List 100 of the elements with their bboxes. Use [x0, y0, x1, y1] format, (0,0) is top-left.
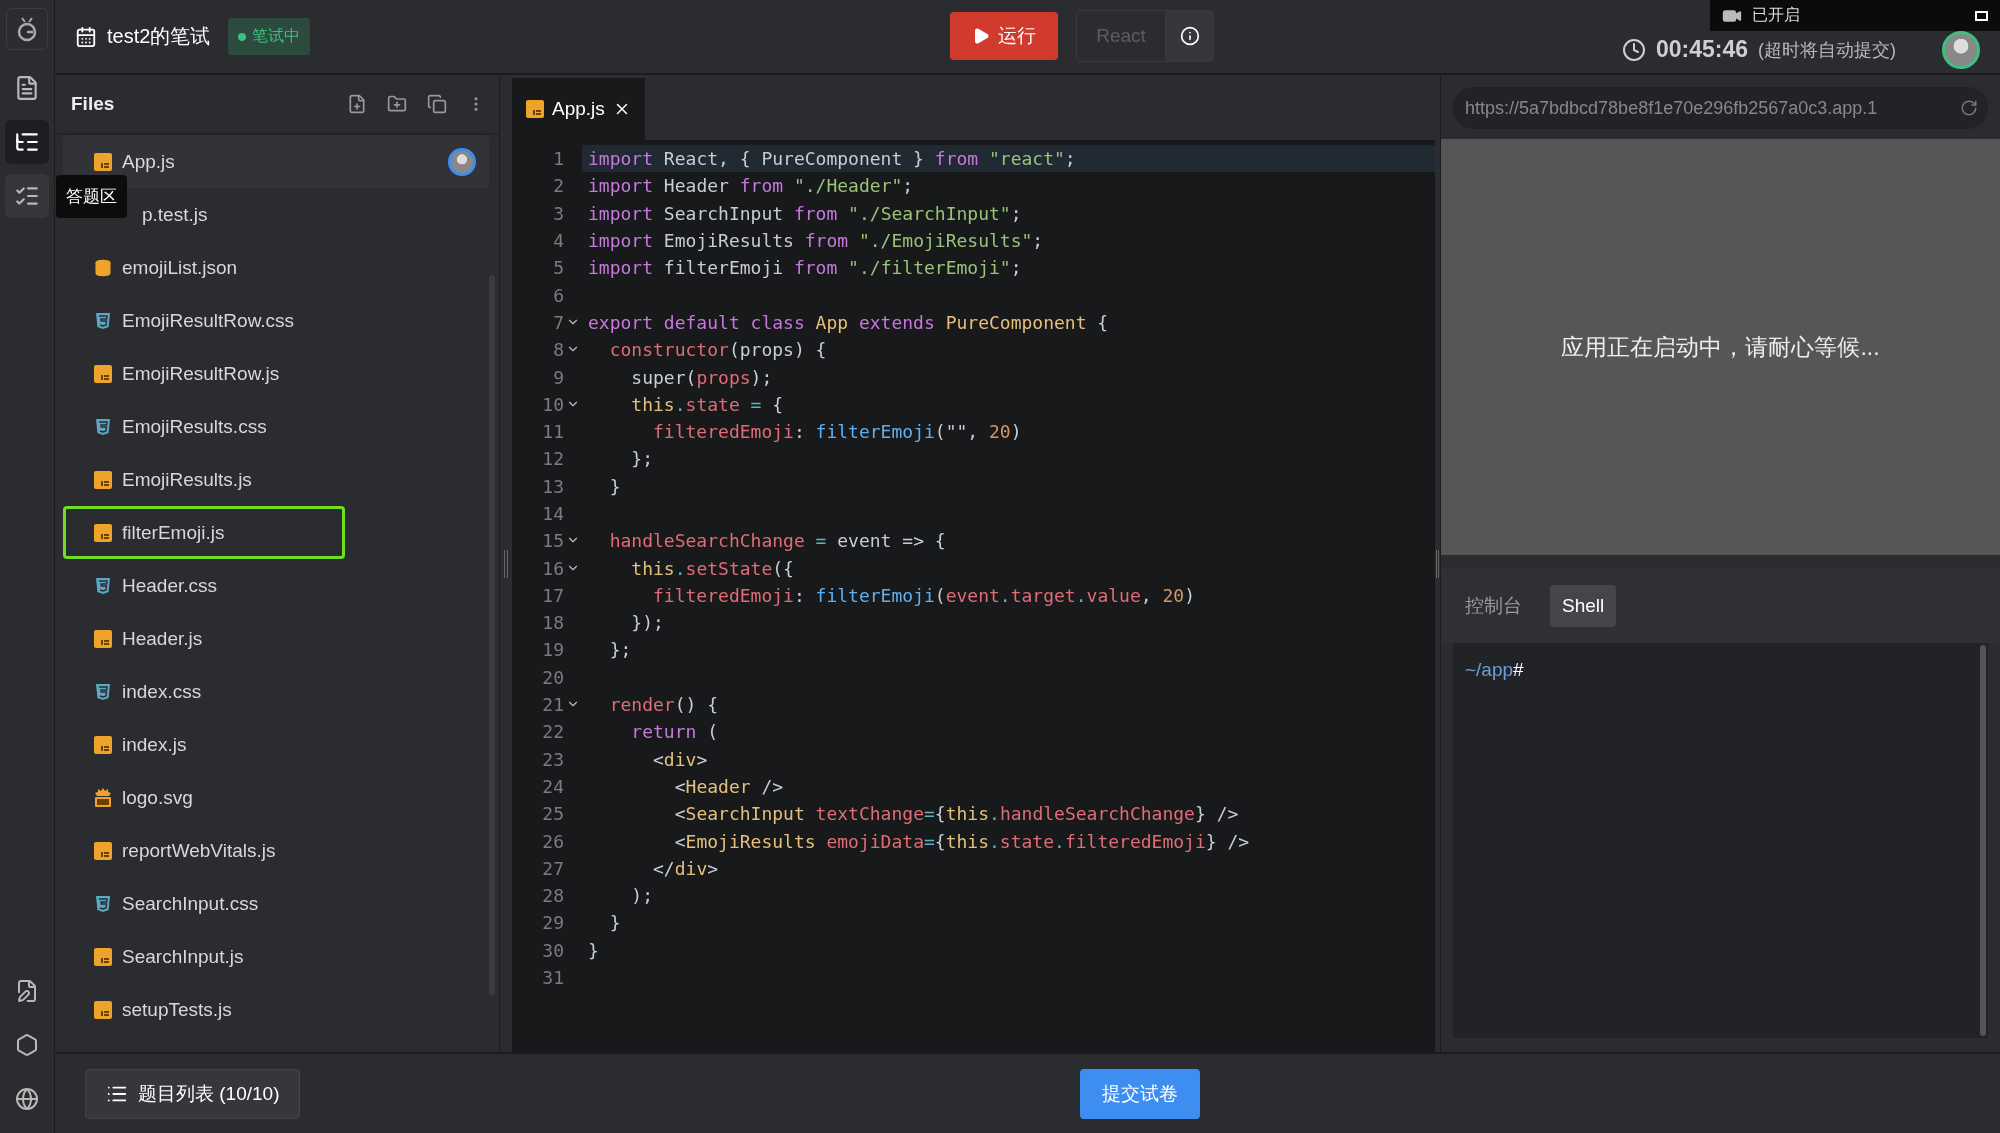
- file-item[interactable]: EmojiResults.js: [63, 453, 489, 506]
- code-line: <Header />: [673, 774, 785, 799]
- avatar[interactable]: [1942, 30, 1980, 69]
- line-number: 18: [542, 612, 564, 634]
- code-line: filteredEmoji: filterEmoji(event.target.value, 20): [652, 583, 1196, 608]
- line-number: 17: [542, 584, 564, 606]
- code-line: import SearchInput from "./SearchInput";: [587, 201, 1023, 226]
- info-button[interactable]: [1166, 10, 1214, 62]
- code-line: );: [630, 884, 655, 909]
- globe-glyph-icon: [15, 1087, 39, 1111]
- file-item[interactable]: logo.svg: [63, 771, 489, 824]
- question-list-button[interactable]: 题目列表 (10/10): [85, 1068, 301, 1119]
- editor-tab[interactable]: App.js: [512, 78, 645, 140]
- line-number: 14: [542, 503, 564, 524]
- file-item[interactable]: filterEmoji.js: [63, 506, 345, 559]
- css-file-icon: [94, 311, 112, 330]
- play-icon: [972, 27, 990, 45]
- code-line: render() {: [608, 693, 720, 718]
- clock-icon: [1621, 37, 1646, 62]
- code-line: filteredEmoji: filterEmoji("", 20): [652, 420, 1023, 445]
- code-line: }: [608, 911, 622, 936]
- file-item[interactable]: SearchInput.css: [63, 877, 489, 930]
- info-icon: [1179, 26, 1200, 46]
- console-tab[interactable]: Shell: [1550, 585, 1617, 627]
- line-number: 2: [553, 175, 564, 197]
- file-item[interactable]: emojiList.json: [63, 241, 489, 294]
- file-item[interactable]: index.css: [63, 665, 489, 718]
- calendar-icon: [75, 25, 97, 48]
- line-number: 3: [553, 202, 564, 224]
- code-line: import EmojiResults from "./EmojiResults";: [587, 229, 1045, 254]
- css-file-icon: [94, 894, 112, 913]
- run-button[interactable]: 运行: [950, 12, 1058, 60]
- js-file-icon: [94, 735, 112, 754]
- file-item[interactable]: index.js: [63, 718, 489, 771]
- files-title: Files: [71, 93, 115, 115]
- hexagon-glyph-icon: [15, 1033, 39, 1057]
- css-file-icon: [94, 682, 112, 701]
- code-line: constructor(props) {: [608, 338, 828, 363]
- logo-icon: [6, 8, 48, 50]
- line-number: 25: [542, 803, 564, 825]
- line-number: 31: [542, 967, 564, 989]
- js-file-icon: [526, 100, 544, 118]
- js-file-icon: [94, 1000, 112, 1019]
- code-line: <div>: [652, 747, 709, 772]
- file-item[interactable]: EmojiResults.css: [63, 400, 489, 453]
- console-tab[interactable]: 控制台: [1453, 583, 1534, 629]
- timer: 00:45:46: [1655, 36, 1748, 63]
- file-item[interactable]: SearchInput.js: [63, 930, 489, 983]
- line-number: 16: [542, 557, 564, 579]
- file-item[interactable]: reportWebVitals.js: [63, 824, 489, 877]
- code-line: this.state = {: [630, 392, 785, 417]
- line-number: 20: [542, 666, 564, 688]
- code-line: </div>: [652, 856, 720, 881]
- line-number: 23: [542, 748, 564, 770]
- file-item[interactable]: Header.js: [63, 612, 489, 665]
- js-file-icon: [94, 841, 112, 860]
- loading-message: 应用正在启动中，请耐心等候...: [1561, 332, 1880, 362]
- css-file-icon: [94, 417, 112, 436]
- line-number: 21: [542, 694, 564, 716]
- line-number: 26: [542, 830, 564, 852]
- css-file-icon: [94, 576, 112, 595]
- collapse-icon[interactable]: [427, 94, 447, 114]
- prompt-symbol: #: [1513, 659, 1524, 680]
- line-number: 5: [553, 257, 564, 279]
- database-icon: [94, 258, 112, 277]
- refresh-icon[interactable]: [1960, 99, 1978, 117]
- line-number: 13: [542, 475, 564, 497]
- line-number: 30: [542, 939, 564, 961]
- image-file-icon: [94, 787, 112, 808]
- line-number: 10: [542, 393, 564, 415]
- tree-icon[interactable]: [5, 120, 49, 164]
- js-file-icon: [94, 629, 112, 648]
- line-number: 6: [553, 284, 564, 306]
- exam-title: test2的笔试: [107, 24, 211, 49]
- file-item[interactable]: App.js: [63, 135, 489, 188]
- document-glyph-icon: [14, 75, 40, 101]
- code-line: }: [587, 938, 600, 963]
- line-number: 15: [542, 530, 564, 552]
- line-number: 12: [542, 448, 564, 470]
- js-file-icon: [94, 947, 112, 966]
- file-item[interactable]: EmojiResultRow.css: [63, 294, 489, 347]
- timer-note: (超时将自动提交): [1758, 38, 1896, 62]
- js-file-icon: [94, 523, 112, 542]
- recording-label: 已开启: [1752, 5, 1800, 25]
- file-item[interactable]: setupTests.js: [63, 983, 489, 1036]
- code-line: import filterEmoji from "./filterEmoji";: [587, 256, 1023, 281]
- file-item[interactable]: Header.css: [63, 559, 489, 612]
- url-bar[interactable]: https://5a7bdbcd78be8f1e70e296fb2567a0c3.app.1: [1453, 87, 1988, 129]
- notes-glyph-icon: [15, 979, 39, 1003]
- line-number: 8: [553, 339, 564, 361]
- file-item[interactable]: EmojiResultRow.js: [63, 347, 489, 400]
- line-number: 22: [542, 721, 564, 743]
- code-line: <SearchInput textChange={this.handleSearchChange} />: [673, 802, 1240, 827]
- window-icon[interactable]: [1975, 10, 1988, 21]
- new-folder-icon[interactable]: [387, 94, 407, 114]
- code-line: <EmojiResults emojiData={this.state.filteredEmoji} />: [673, 829, 1251, 854]
- new-file-icon[interactable]: [347, 94, 367, 114]
- line-number: 9: [553, 366, 564, 388]
- tooltip: 答题区: [56, 174, 127, 218]
- line-number: 1: [553, 148, 564, 170]
